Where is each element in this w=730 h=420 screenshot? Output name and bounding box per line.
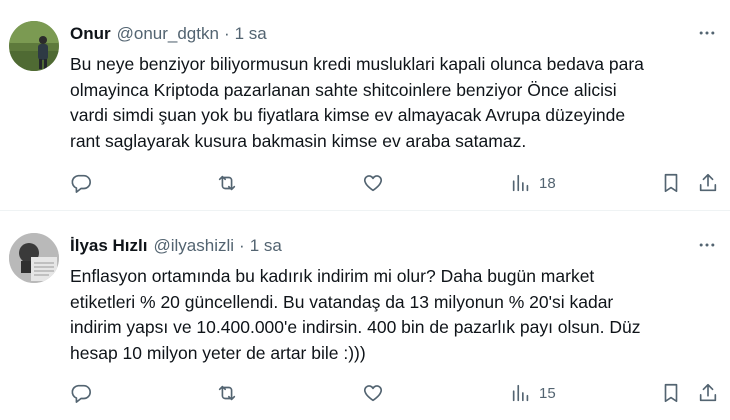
reply-button[interactable] (70, 170, 92, 196)
views-button[interactable]: 15 (510, 380, 556, 406)
divider (0, 210, 730, 211)
like-button[interactable] (362, 170, 384, 196)
retweet-icon (218, 175, 236, 191)
tweet-header: İlyas Hızlı @ilyashizli · 1 sa (70, 234, 282, 258)
share-icon (699, 173, 717, 192)
tweet-text-line: olmayinca Kriptoda pazarlanan sahte shit… (70, 79, 617, 100)
tweet-text-line: Enflasyon ortamında bu kadırık indirim m… (70, 266, 595, 286)
retweet-button[interactable] (216, 380, 238, 406)
bookmark-button[interactable] (660, 170, 682, 196)
more-icon[interactable] (694, 20, 720, 46)
avatar[interactable] (9, 233, 59, 283)
author-name[interactable]: İlyas Hızlı (70, 236, 147, 256)
views-count: 15 (539, 384, 556, 402)
tweet-text: Enflasyon ortamında bu kadırık indirim m… (70, 264, 720, 366)
separator: · (239, 236, 245, 255)
tweet-text: Bu neye benziyor biliyormusun kredi musl… (70, 52, 720, 154)
share-button[interactable] (697, 170, 719, 196)
tweet[interactable]: Onur @onur_dgtkn · 1 sa Bu neye benziyor… (0, 0, 730, 211)
share-button[interactable] (697, 380, 719, 406)
tweet-text-line: vardi simdi şuan yok bu fiyatlara kimse … (70, 105, 626, 125)
tweet-text-line: etiketleri % 20 güncellendi. Bu vatandaş… (70, 291, 614, 312)
like-icon (363, 385, 383, 402)
tweet-text-line: rant saglayarak kusura bakmasin kimse ev… (70, 130, 527, 151)
bookmark-icon (664, 383, 678, 403)
like-icon (363, 175, 383, 192)
tweet-text-line: indirim yapsı ve 10.400.000'e indirsin. … (70, 317, 641, 337)
views-count: 18 (539, 174, 556, 192)
share-icon (699, 383, 717, 402)
reply-icon (71, 384, 91, 403)
reply-button[interactable] (70, 380, 92, 406)
author-handle[interactable]: @ilyashizli (153, 236, 234, 256)
tweet-feed: Onur @onur_dgtkn · 1 sa Bu neye benziyor… (0, 0, 730, 420)
views-icon (512, 384, 529, 402)
reply-icon (71, 174, 91, 193)
retweet-button[interactable] (216, 170, 238, 196)
tweet-header: Onur @onur_dgtkn · 1 sa (70, 22, 267, 46)
action-bar: 18 (70, 170, 725, 196)
avatar[interactable] (9, 21, 59, 71)
retweet-icon (218, 385, 236, 401)
views-icon (512, 174, 529, 192)
author-name[interactable]: Onur (70, 24, 111, 44)
tweet[interactable]: İlyas Hızlı @ilyashizli · 1 sa Enflasyon… (0, 212, 730, 420)
author-handle[interactable]: @onur_dgtkn (117, 24, 219, 44)
like-button[interactable] (362, 380, 384, 406)
more-icon[interactable] (694, 232, 720, 258)
bookmark-button[interactable] (660, 380, 682, 406)
bookmark-icon (664, 173, 678, 193)
action-bar: 15 (70, 380, 725, 406)
tweet-text-line: Bu neye benziyor biliyormusun kredi musl… (70, 54, 644, 74)
views-button[interactable]: 18 (510, 170, 556, 196)
separator: · (223, 24, 230, 43)
timestamp[interactable]: 1 sa (250, 236, 282, 256)
timestamp[interactable]: 1 sa (235, 24, 267, 44)
tweet-text-line: hesap 10 milyon yeter de artar bile :))) (70, 342, 366, 363)
